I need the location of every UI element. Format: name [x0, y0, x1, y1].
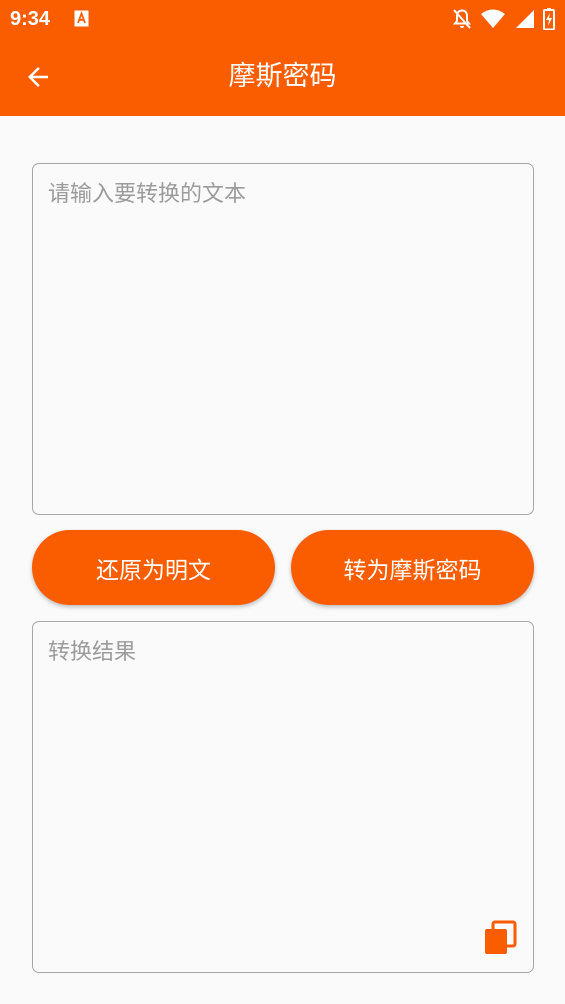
source-text-placeholder: 请输入要转换的文本	[48, 182, 247, 207]
page-title: 摩斯密码	[228, 61, 337, 92]
result-text-field[interactable]: 转换结果	[32, 621, 534, 973]
restore-plaintext-button[interactable]: 还原为明文	[32, 530, 275, 605]
source-text-input[interactable]: 请输入要转换的文本	[32, 163, 534, 515]
result-placeholder: 转换结果	[48, 640, 137, 665]
copy-icon[interactable]	[483, 920, 517, 956]
app-notification-icon	[74, 10, 89, 27]
status-bar: 9:34	[0, 0, 565, 38]
notifications-off-icon	[452, 9, 472, 29]
cellular-signal-icon	[516, 10, 534, 28]
status-time: 9:34	[10, 8, 51, 30]
convert-to-morse-button[interactable]: 转为摩斯密码	[291, 530, 534, 605]
battery-charging-icon	[543, 8, 555, 30]
app-toolbar: 摩斯密码	[0, 38, 565, 116]
wifi-icon	[481, 9, 505, 28]
status-icons	[452, 8, 555, 30]
